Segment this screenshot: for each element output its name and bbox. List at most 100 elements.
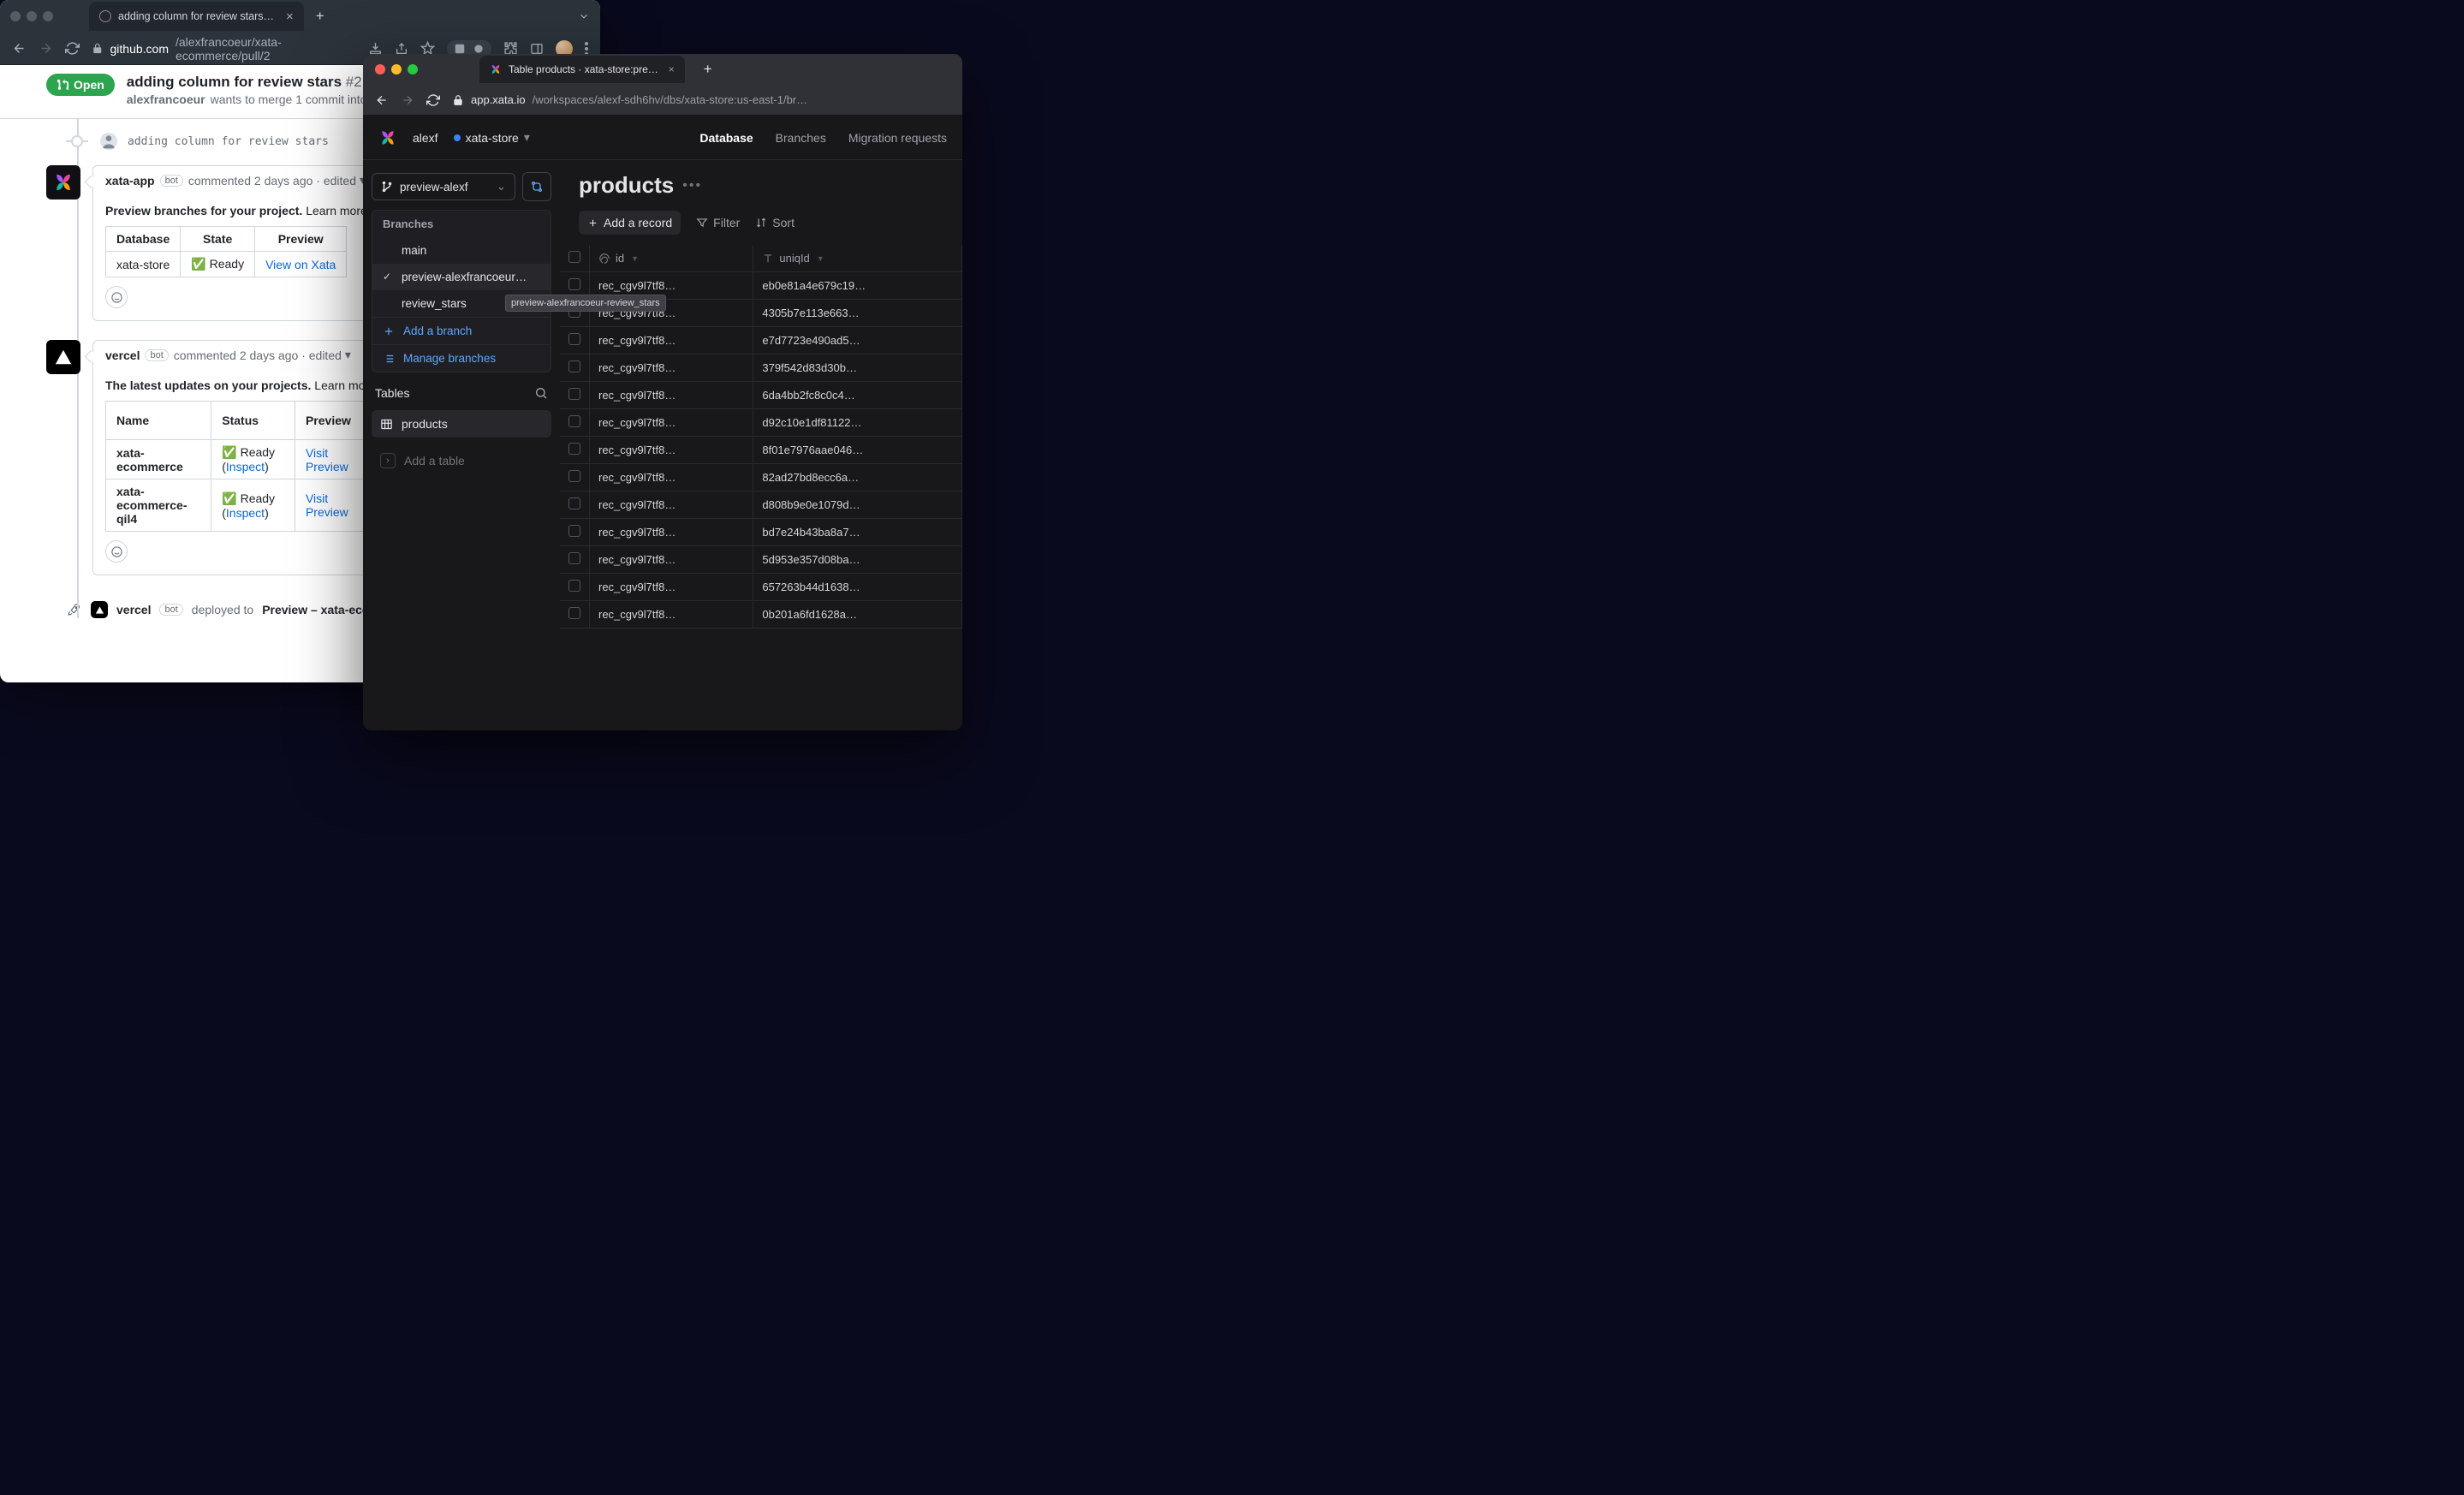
cell-check[interactable] — [560, 546, 590, 574]
nav-branches[interactable]: Branches — [776, 131, 826, 145]
add-branch[interactable]: Add a branch — [372, 317, 551, 344]
cell-check[interactable] — [560, 519, 590, 546]
cell-uniqid[interactable]: 82ad27bd8ecc6a… — [753, 464, 962, 491]
traffic-lights[interactable] — [10, 11, 53, 21]
cell-uniqid[interactable]: 8f01e7976aae046… — [753, 437, 962, 464]
manage-branches[interactable]: Manage branches — [372, 344, 551, 372]
xata-avatar[interactable] — [46, 165, 80, 200]
grid-row[interactable]: rec_cgv9l7tf8… 6da4bb2fc8c0c4… — [560, 382, 962, 409]
cell-check[interactable] — [560, 574, 590, 601]
deploy-author[interactable]: vercel — [116, 603, 151, 616]
nav-database[interactable]: Database — [699, 131, 753, 145]
react-button[interactable] — [105, 540, 128, 563]
commit-msg[interactable]: adding column for review stars — [128, 135, 329, 148]
cell-check[interactable] — [560, 327, 590, 354]
cell-id[interactable]: rec_cgv9l7tf8… — [590, 464, 753, 491]
grid-row[interactable]: rec_cgv9l7tf8… e7d7723e490ad5… — [560, 327, 962, 354]
close-dot[interactable] — [375, 64, 385, 74]
cell-uniqid[interactable]: bd7e24b43ba8a7… — [753, 519, 962, 546]
td-preview[interactable]: Visit Preview — [295, 479, 367, 532]
th-check[interactable] — [560, 245, 590, 272]
new-tab-icon[interactable]: + — [704, 61, 712, 78]
cell-uniqid[interactable]: 4305b7e113e663… — [753, 300, 962, 327]
max-dot[interactable] — [43, 11, 53, 21]
address-bar[interactable]: github.com/alexfrancoeur/xata-ecommerce/… — [92, 35, 356, 63]
traffic-lights[interactable] — [375, 64, 418, 74]
more-icon[interactable]: ••• — [682, 178, 702, 194]
add-table[interactable]: › Add a table — [372, 446, 551, 475]
cell-id[interactable]: rec_cgv9l7tf8… — [590, 327, 753, 354]
cell-check[interactable] — [560, 354, 590, 382]
checkbox[interactable] — [568, 333, 580, 345]
commit-avatar[interactable] — [100, 133, 117, 150]
cell-check[interactable] — [560, 382, 590, 409]
cell-id[interactable]: rec_cgv9l7tf8… — [590, 491, 753, 519]
address-bar[interactable]: app.xata.io/workspaces/alexf-sdh6hv/dbs/… — [452, 93, 950, 106]
branch-item[interactable]: preview-alexfrancoeur… — [372, 264, 551, 290]
cell-uniqid[interactable]: d808b9e0e1079d… — [753, 491, 962, 519]
grid-row[interactable]: rec_cgv9l7tf8… d808b9e0e1079d… — [560, 491, 962, 519]
cell-id[interactable]: rec_cgv9l7tf8… — [590, 519, 753, 546]
filter-button[interactable]: Filter — [696, 216, 740, 229]
cell-uniqid[interactable]: eb0e81a4e679c19… — [753, 272, 962, 300]
compare-button[interactable] — [522, 172, 551, 201]
checkbox[interactable] — [568, 470, 580, 482]
th-uniqid[interactable]: uniqId▼ — [753, 245, 962, 272]
inspect-link[interactable]: Inspect — [226, 460, 265, 474]
browser-tab[interactable]: adding column for review stars… × — [89, 2, 304, 31]
grid-row[interactable]: rec_cgv9l7tf8… 379f542d83d30b… — [560, 354, 962, 382]
reload-icon[interactable] — [426, 93, 440, 107]
cell-id[interactable]: rec_cgv9l7tf8… — [590, 409, 753, 437]
cell-uniqid[interactable]: d92c10e1df81122… — [753, 409, 962, 437]
grid-row[interactable]: rec_cgv9l7tf8… d92c10e1df81122… — [560, 409, 962, 437]
td-preview[interactable]: Visit Preview — [295, 440, 367, 479]
data-grid[interactable]: id▼ uniqId▼ rec_cgv9l7tf8… eb0e81a4e679c… — [560, 245, 962, 730]
xata-logo-icon[interactable] — [378, 128, 397, 147]
checkbox[interactable] — [568, 497, 580, 509]
checkbox[interactable] — [568, 251, 580, 263]
inspect-link[interactable]: Inspect — [226, 506, 265, 520]
tab-close-icon[interactable]: × — [286, 9, 294, 24]
branch-item[interactable]: main — [372, 237, 551, 264]
back-icon[interactable] — [12, 41, 27, 56]
cell-id[interactable]: rec_cgv9l7tf8… — [590, 574, 753, 601]
grid-row[interactable]: rec_cgv9l7tf8… 8f01e7976aae046… — [560, 437, 962, 464]
react-button[interactable] — [105, 286, 128, 308]
cell-uniqid[interactable]: 6da4bb2fc8c0c4… — [753, 382, 962, 409]
max-dot[interactable] — [408, 64, 418, 74]
pr-author[interactable]: alexfrancoeur — [127, 92, 205, 106]
comment-author[interactable]: vercel — [105, 348, 140, 362]
min-dot[interactable] — [27, 11, 37, 21]
dropdown-icon[interactable]: ▾ — [345, 348, 351, 362]
checkbox[interactable] — [568, 388, 580, 400]
checkbox[interactable] — [568, 525, 580, 537]
cell-check[interactable] — [560, 464, 590, 491]
browser-tab[interactable]: Table products · xata-store:pre… × — [479, 56, 685, 83]
cell-id[interactable]: rec_cgv9l7tf8… — [590, 601, 753, 628]
cell-uniqid[interactable]: e7d7723e490ad5… — [753, 327, 962, 354]
cell-id[interactable]: rec_cgv9l7tf8… — [590, 354, 753, 382]
td-preview[interactable]: View on Xata — [255, 252, 347, 277]
new-tab-icon[interactable]: + — [316, 8, 324, 25]
sidebar-table[interactable]: products — [372, 410, 551, 438]
cell-uniqid[interactable]: 657263b44d1638… — [753, 574, 962, 601]
branch-button[interactable]: preview-alexf ⌄ — [372, 173, 515, 200]
cell-id[interactable]: rec_cgv9l7tf8… — [590, 382, 753, 409]
cell-uniqid[interactable]: 5d953e357d08ba… — [753, 546, 962, 574]
cell-check[interactable] — [560, 409, 590, 437]
tab-close-icon[interactable]: × — [669, 63, 675, 75]
checkbox[interactable] — [568, 580, 580, 592]
checkbox[interactable] — [568, 552, 580, 564]
deploy-avatar[interactable] — [91, 601, 108, 618]
checkbox[interactable] — [568, 607, 580, 619]
checkbox[interactable] — [568, 278, 580, 290]
checkbox[interactable] — [568, 443, 580, 455]
chevron-down-icon[interactable] — [578, 10, 590, 22]
comment-author[interactable]: xata-app — [105, 174, 155, 188]
cell-check[interactable] — [560, 437, 590, 464]
checkbox[interactable] — [568, 360, 580, 372]
grid-row[interactable]: rec_cgv9l7tf8… 82ad27bd8ecc6a… — [560, 464, 962, 491]
add-record-button[interactable]: Add a record — [579, 211, 681, 235]
reload-icon[interactable] — [65, 41, 80, 56]
sort-button[interactable]: Sort — [755, 216, 795, 229]
